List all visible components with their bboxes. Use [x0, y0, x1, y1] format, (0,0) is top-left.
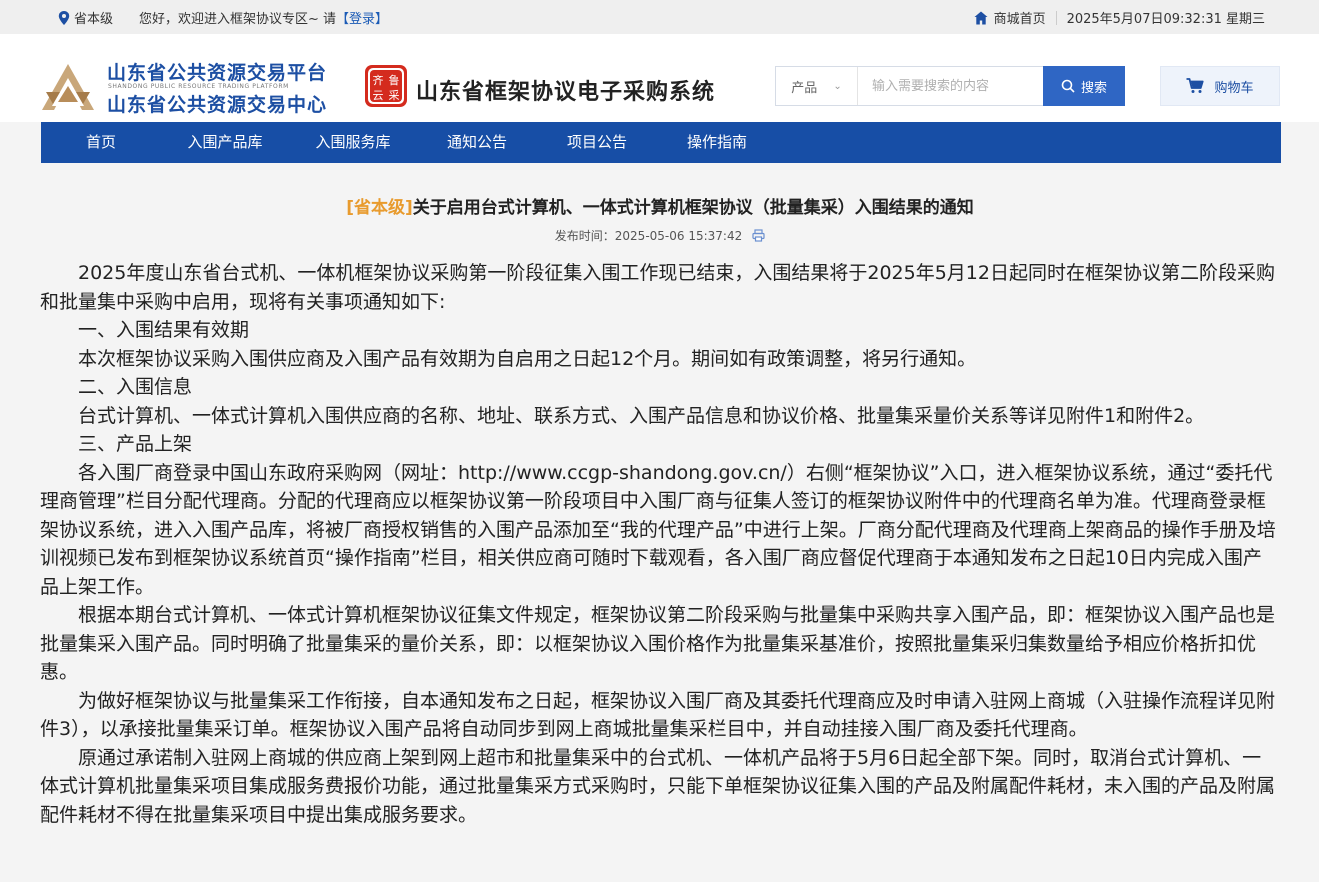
article-paragraph: 本次框架协议采购入围供应商及入围产品有效期为自启用之日起12个月。期间如有政策调… [78, 347, 977, 370]
article-section-heading: 三、产品上架 [78, 433, 193, 455]
datetime-display: 2025年5月07日09:32:31 星期三 [1066, 12, 1265, 27]
search-category-select[interactable]: 产品 ⌄ [776, 67, 858, 105]
print-icon[interactable] [752, 229, 765, 242]
search-bar: 产品 ⌄ 搜索 [775, 66, 1125, 106]
search-button[interactable]: 搜索 [1043, 66, 1125, 106]
cart-button[interactable]: 购物车 [1160, 66, 1280, 106]
article-paragraph: 根据本期台式计算机、一体式计算机框架协议征集文件规定，框架协议第二阶段采购与批量… [40, 604, 1276, 683]
article-meta: 发布时间： 2025-05-06 15:37:42 [40, 227, 1280, 244]
search-icon [1061, 79, 1075, 93]
article-region-tag: [省本级] [346, 198, 413, 218]
article-paragraph: 各入围厂商登录中国山东政府采购网（网址：http://www.ccgp-shan… [40, 461, 1276, 598]
qilu-cloud-seal-icon: 齐 鲁 云 采 [365, 65, 407, 107]
org-name-center: 山东省公共资源交易中心 [107, 94, 328, 116]
nav-item-products[interactable]: 入围产品库 [161, 122, 289, 163]
platform-logo-icon[interactable] [40, 62, 96, 114]
seal-char: 采 [389, 89, 400, 102]
seal-char: 鲁 [389, 73, 400, 87]
site-header: 山东省公共资源交易平台 SHANDONG PUBLIC RESOURCE TRA… [0, 34, 1319, 122]
nav-item-projects[interactable]: 项目公告 [537, 122, 657, 163]
nav-item-home[interactable]: 首页 [41, 122, 161, 163]
article-body: 2025年度山东省台式机、一体机框架协议采购第一阶段征集入围工作现已结束，入围结… [40, 259, 1280, 829]
top-bar: 省本级 您好，欢迎进入框架协议专区~ 请 【登录】 商城首页 2025年5月07… [0, 0, 1319, 34]
top-bar-right: 商城首页 2025年5月07日09:32:31 星期三 [974, 8, 1265, 27]
top-bar-left: 省本级 您好，欢迎进入框架协议专区~ 请 【登录】 [58, 8, 388, 27]
nav-item-notices[interactable]: 通知公告 [417, 122, 537, 163]
nav-item-guide[interactable]: 操作指南 [657, 122, 777, 163]
login-link[interactable]: 【登录】 [336, 8, 388, 27]
seal-char: 云 [373, 89, 384, 102]
search-input[interactable] [858, 67, 1043, 105]
cart-label: 购物车 [1214, 80, 1254, 96]
shopping-cart-icon [1186, 78, 1205, 93]
region-selector[interactable]: 省本级 [74, 8, 113, 27]
mall-home-link[interactable]: 商城首页 [994, 8, 1046, 27]
chevron-down-icon: ⌄ [833, 80, 842, 92]
divider [1055, 10, 1057, 25]
org-name-english: SHANDONG PUBLIC RESOURCE TRADING PLATFOR… [108, 83, 289, 90]
home-icon [974, 11, 988, 24]
seal-char: 齐 [373, 73, 384, 87]
article-section-heading: 二、入围信息 [78, 376, 193, 398]
location-pin-icon [58, 10, 70, 25]
main-nav: 首页 入围产品库 入围服务库 通知公告 项目公告 操作指南 [41, 122, 1281, 163]
org-name-platform: 山东省公共资源交易平台 [107, 62, 328, 84]
article-paragraph: 2025年度山东省台式机、一体机框架协议采购第一阶段征集入围工作现已结束，入围结… [40, 262, 1275, 313]
article-paragraph: 为做好框架协议与批量集采工作衔接，自本通知发布之日起，框架协议入围厂商及其委托代… [40, 689, 1276, 741]
article-paragraph: 台式计算机、一体式计算机入围供应商的名称、地址、联系方式、入围产品信息和协议价格… [78, 404, 1205, 427]
nav-item-services[interactable]: 入围服务库 [289, 122, 417, 163]
article-title-text: 关于启用台式计算机、一体式计算机框架协议（批量集采）入围结果的通知 [412, 198, 974, 218]
search-category-label: 产品 [791, 80, 818, 96]
system-title: 山东省框架协议电子采购系统 [416, 80, 716, 105]
welcome-text: 您好，欢迎进入框架协议专区~ 请 [139, 12, 337, 27]
article-title: [省本级]关于启用台式计算机、一体式计算机框架协议（批量集采）入围结果的通知 [40, 193, 1280, 218]
search-button-label: 搜索 [1080, 80, 1107, 96]
article-section-heading: 一、入围结果有效期 [78, 319, 250, 341]
publish-time-label: 发布时间： [554, 229, 615, 243]
publish-time: 2025-05-06 15:37:42 [614, 228, 743, 243]
article-paragraph: 原通过承诺制入驻网上商城的供应商上架到网上超市和批量集采中的台式机、一体机产品将… [40, 746, 1276, 826]
